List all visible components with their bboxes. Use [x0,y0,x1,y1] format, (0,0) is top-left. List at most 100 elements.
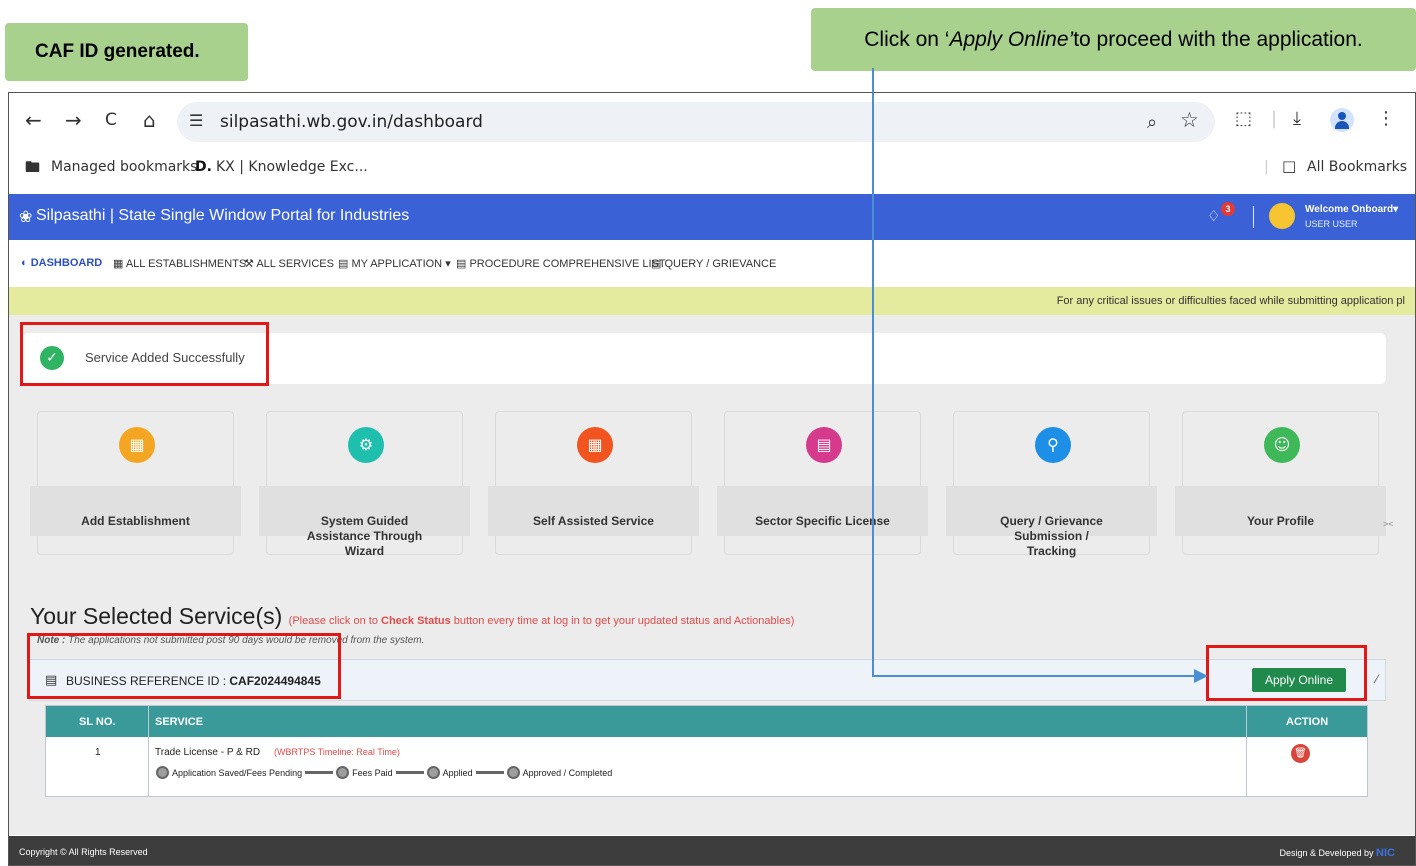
menu-dashboard[interactable]: ◐ DASHBOARD [21,257,102,269]
caf-callout-text: CAF ID generated. [35,41,200,62]
extensions-icon[interactable]: ⬚ [1235,108,1252,129]
bookmark-kx[interactable]: KX | Knowledge Exc... [216,159,368,175]
main-menu: ◐ DASHBOARD ▦ ALL ESTABLISHMENTS ⚒ ALL S… [9,241,1415,287]
step-connector [395,771,424,774]
step-connector [305,771,334,774]
table-header: SL NO. SERVICE ACTION [46,706,1367,737]
developer-credit-label: Design & Developed by [1279,848,1374,858]
bell-icon[interactable]: ♢ [1207,207,1220,225]
welcome-text[interactable]: Welcome Onboard▾ [1305,204,1398,215]
star-icon[interactable]: ☆ [1180,108,1199,132]
row-sl-no: 1 [95,747,101,758]
apply-callout-pre: Click on ‘ [864,27,950,51]
site-info-icon[interactable]: ☰ [189,111,203,130]
profile-icon: ☺ [1264,427,1300,463]
tile-label: Sector Specific License [755,514,890,528]
selected-services-heading: Your Selected Service(s) (Please click o… [30,603,794,630]
notification-badge: 3 [1221,202,1235,216]
bookmark-divider: | [1264,159,1269,175]
browser-toolbar: ← → C ⌂ ☰ silpasathi.wb.gov.in/dashboard… [9,93,1415,148]
header-divider [1253,206,1254,228]
menu-my-application-label: MY APPLICATION [351,258,443,270]
zoom-icon[interactable]: ⌕ [1147,112,1157,133]
all-bookmarks[interactable]: All Bookmarks [1307,159,1407,175]
check-status-note-pre: (Please click on to [288,615,381,627]
delete-icon[interactable]: 🗑 [1291,744,1310,763]
step-connector [475,771,504,774]
pointer-line-horizontal [872,675,1198,677]
step-applied: Applied [442,767,473,778]
row-timeline-note: (WBRTPS Timeline: Real Time) [274,747,400,757]
home-icon[interactable]: ⌂ [143,108,156,132]
all-bookmarks-icon: □ [1282,157,1297,175]
back-icon[interactable]: ← [25,108,42,132]
profile-avatar[interactable] [1330,108,1354,132]
step-dot [506,766,520,779]
highlight-success [20,322,269,386]
step-dot [336,766,350,779]
highlight-apply-online [1206,645,1367,701]
column-divider [148,706,149,796]
bookmarks-bar: 🖿 Managed bookmarks D. KX | Knowledge Ex… [9,149,1415,191]
apply-callout: Click on ‘Apply Online’ to proceed with … [811,8,1416,71]
page-footer: Copyright © All Rights Reserved Design &… [9,836,1415,865]
selected-services-title: Your Selected Service(s) [30,603,283,629]
user-name: USER USER [1305,219,1358,229]
column-divider [1246,706,1247,796]
apply-callout-em: Apply Online’ [949,27,1074,51]
app-logo-icon: ❀ [19,209,33,226]
pointer-line-vertical [872,68,874,676]
tile-add-establishment[interactable]: ▦ Add Establishment [30,411,241,555]
url-text[interactable]: silpasathi.wb.gov.in/dashboard [220,112,483,132]
step-dot [426,766,440,779]
menu-all-establishments[interactable]: ▦ ALL ESTABLISHMENTS [113,257,246,270]
user-avatar[interactable] [1269,203,1295,229]
menu-my-application[interactable]: ▤ MY APPLICATION ▾ [338,257,451,270]
apps-icon: ▦ [577,427,613,463]
tile-sector-license[interactable]: ▤ Sector Specific License [717,411,928,555]
step-approved: Approved / Completed [522,767,613,778]
welcome-label: Welcome Onboard [1305,204,1394,215]
tile-self-assisted[interactable]: ▦ Self Assisted Service [488,411,699,555]
services-table: SL NO. SERVICE ACTION 1 Trade License - … [45,705,1368,797]
bookmark-managed[interactable]: Managed bookmarks [51,159,197,175]
tile-label: System Guided Assistance Through Wizard [306,514,423,558]
status-timeline: Application Saved/Fees Pending Fees Paid… [156,766,612,779]
nic-logo: NIC [1376,847,1395,859]
building-icon: ▦ [119,427,155,463]
folder-icon: 🖿 [25,158,41,176]
side-scroll-icon[interactable]: >< [1383,519,1394,529]
kx-logo-icon: D. [195,159,212,175]
step-dot [156,766,169,779]
tile-your-profile[interactable]: ☺ Your Profile [1175,411,1386,555]
forward-icon[interactable]: → [65,108,82,132]
check-status-note-bold: Check Status [381,615,451,627]
collapse-icon[interactable]: ⁄ [1376,672,1378,686]
app-title[interactable]: Silpasathi | State Single Window Portal … [36,207,409,225]
row-service-name: Trade License - P & RD [155,747,261,758]
tile-label: Query / Grievance Submission / Tracking [1000,514,1103,558]
download-icon[interactable]: ⤓ [1293,108,1301,129]
browser-menu-icon[interactable]: ⋮ [1377,108,1395,129]
menu-all-services[interactable]: ⚒ ALL SERVICES [244,257,334,270]
tile-guided-assistance[interactable]: ⚙ System Guided Assistance Through Wizar… [259,411,470,558]
header-action: ACTION [1286,716,1329,728]
tile-label: Add Establishment [81,514,190,528]
step-fees-paid: Fees Paid [352,767,393,778]
tile-query-grievance[interactable]: ⚲ Query / Grievance Submission / Trackin… [946,411,1157,558]
developer-credit: Design & Developed by NIC [1279,847,1395,859]
tutorial-screenshot: CAF ID generated. Click on ‘Apply Online… [0,0,1416,866]
menu-dashboard-label: DASHBOARD [30,257,103,269]
menu-query-grievance-label: QUERY / GRIEVANCE [664,258,777,270]
dashboard-content: ✓ Service Added Successfully ▦ Add Estab… [9,315,1415,835]
app-header: ❀ Silpasathi | State Single Window Porta… [9,194,1415,240]
menu-query-grievance[interactable]: ▤ QUERY / GRIEVANCE [651,257,776,270]
browser-window: ← → C ⌂ ☰ silpasathi.wb.gov.in/dashboard… [8,92,1416,866]
caf-callout: CAF ID generated. [5,23,248,81]
address-bar[interactable]: ☰ silpasathi.wb.gov.in/dashboard ⌕ ☆ [177,102,1215,142]
step-saved: Application Saved/Fees Pending [172,767,303,778]
check-status-note: (Please click on to Check Status button … [289,615,795,627]
reload-icon[interactable]: C [105,110,117,130]
menu-procedure-list[interactable]: ▤ PROCEDURE COMPREHENSIVE LIST [456,257,666,270]
highlight-reference-id [27,633,341,699]
